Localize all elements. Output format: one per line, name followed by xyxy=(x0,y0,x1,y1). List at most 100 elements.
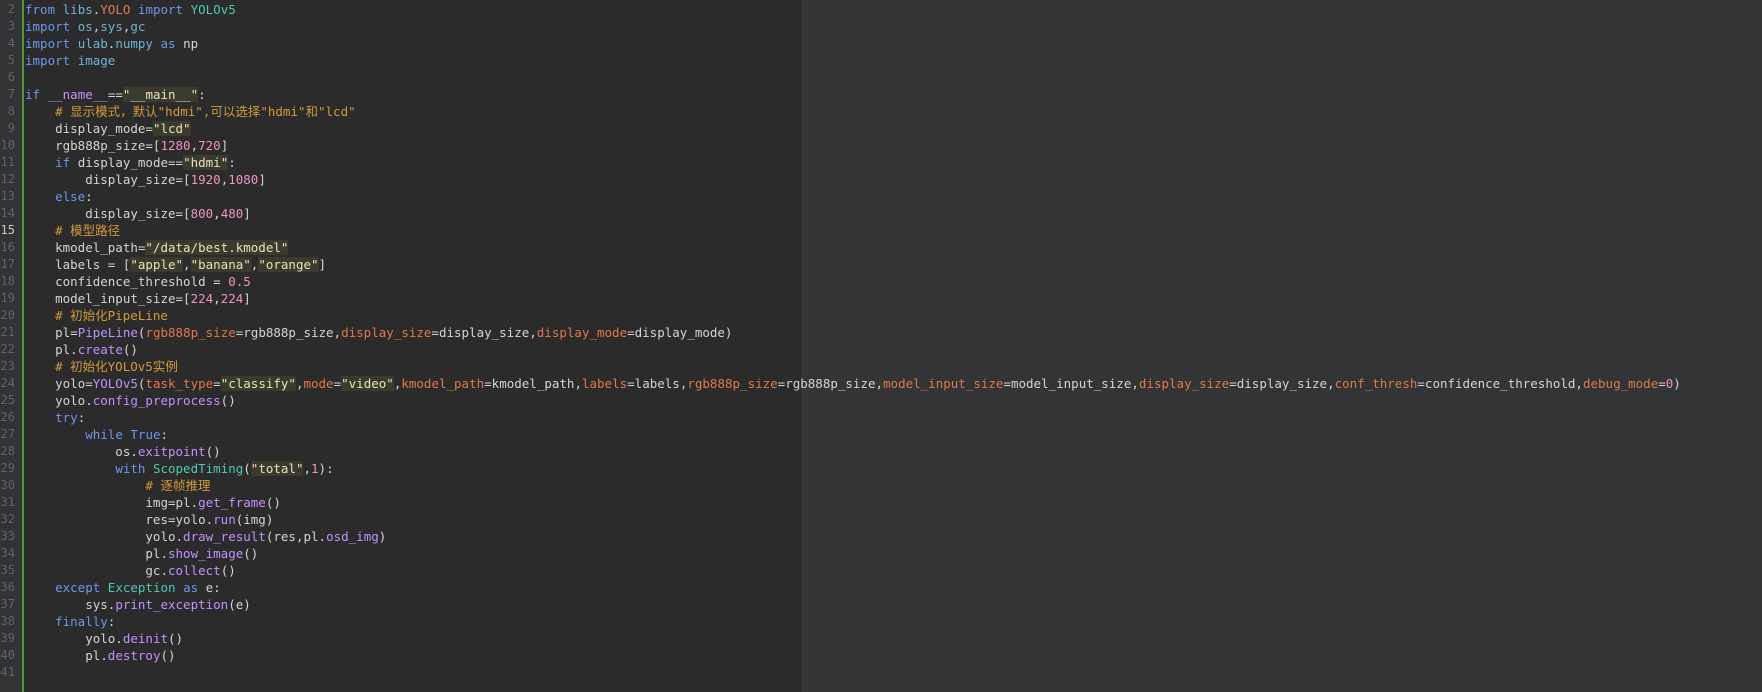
code-text[interactable]: from libs.YOLO import YOLOv5 xyxy=(25,1,236,18)
code-text[interactable]: yolo.config_preprocess() xyxy=(25,392,236,409)
code-text[interactable]: import os,sys,gc xyxy=(25,18,145,35)
code-text[interactable]: display_size=[800,480] xyxy=(25,205,251,222)
code-text[interactable]: if display_mode=="hdmi": xyxy=(25,154,236,171)
code-token: yolo. xyxy=(25,631,123,646)
code-text[interactable]: # 显示模式，默认"hdmi",可以选择"hdmi"和"lcd" xyxy=(25,103,356,120)
code-line[interactable]: 2 from libs.YOLO import YOLOv5 xyxy=(0,1,1762,18)
code-lines[interactable]: 2 from libs.YOLO import YOLOv5 3 import os,… xyxy=(0,1,1762,681)
code-text[interactable]: os.exitpoint() xyxy=(25,443,220,460)
code-line[interactable]: 23 # 初始化YOLOv5实例 xyxy=(0,358,1762,375)
code-text[interactable]: model_input_size=[224,224] xyxy=(25,290,251,307)
code-text[interactable]: yolo.deinit() xyxy=(25,630,183,647)
code-text[interactable]: finally: xyxy=(25,613,115,630)
code-line[interactable]: 7 if __name__=="__main__": xyxy=(0,86,1762,103)
code-line[interactable]: 10 rgb888p_size=[1280,720] xyxy=(0,137,1762,154)
code-line[interactable]: 17 labels = ["apple","banana","orange"] xyxy=(0,256,1762,273)
code-line[interactable]: 27 while True: xyxy=(0,426,1762,443)
code-token: 0.5 xyxy=(228,274,251,289)
code-text[interactable]: display_size=[1920,1080] xyxy=(25,171,266,188)
code-line[interactable]: 13 else: xyxy=(0,188,1762,205)
code-line[interactable]: 35 gc.collect() xyxy=(0,562,1762,579)
code-line[interactable]: 5 import image xyxy=(0,52,1762,69)
code-line[interactable]: 40 pl.destroy() xyxy=(0,647,1762,664)
line-number: 30 xyxy=(0,478,15,492)
code-token: =confidence_threshold, xyxy=(1417,376,1583,391)
code-line[interactable]: 37 sys.print_exception(e) xyxy=(0,596,1762,613)
code-text[interactable]: kmodel_path="/data/best.kmodel" xyxy=(25,239,289,256)
code-text[interactable]: confidence_threshold = 0.5 xyxy=(25,273,251,290)
code-token: pl. xyxy=(25,648,108,663)
line-number: 19 xyxy=(0,291,15,305)
code-line[interactable]: 25 yolo.config_preprocess() xyxy=(0,392,1762,409)
code-text[interactable]: # 初始化PipeLine xyxy=(25,307,168,324)
code-line[interactable]: 20 # 初始化PipeLine xyxy=(0,307,1762,324)
code-line[interactable]: 19 model_input_size=[224,224] xyxy=(0,290,1762,307)
code-editor[interactable]: 2 from libs.YOLO import YOLOv5 3 import os,… xyxy=(0,0,1762,692)
code-line[interactable]: 14 display_size=[800,480] xyxy=(0,205,1762,222)
code-text[interactable]: pl=PipeLine(rgb888p_size=rgb888p_size,di… xyxy=(25,324,732,341)
code-line[interactable]: 16 kmodel_path="/data/best.kmodel" xyxy=(0,239,1762,256)
code-line[interactable]: 6 xyxy=(0,69,1762,86)
code-line[interactable]: 18 confidence_threshold = 0.5 xyxy=(0,273,1762,290)
code-text[interactable]: # 初始化YOLOv5实例 xyxy=(25,358,178,375)
code-line[interactable]: 32 res=yolo.run(img) xyxy=(0,511,1762,528)
code-token: confidence_threshold = xyxy=(25,274,229,289)
code-line[interactable]: 22 pl.create() xyxy=(0,341,1762,358)
code-line[interactable]: 11 if display_mode=="hdmi": xyxy=(0,154,1762,171)
code-line[interactable]: 8 # 显示模式，默认"hdmi",可以选择"hdmi"和"lcd" xyxy=(0,103,1762,120)
code-text[interactable]: pl.create() xyxy=(25,341,138,358)
code-text[interactable]: with ScopedTiming("total",1): xyxy=(25,460,334,477)
code-line[interactable]: 12 display_size=[1920,1080] xyxy=(0,171,1762,188)
code-line[interactable]: 31 img=pl.get_frame() xyxy=(0,494,1762,511)
code-text[interactable]: yolo.draw_result(res,pl.osd_img) xyxy=(25,528,386,545)
code-text[interactable]: yolo=YOLOv5(task_type="classify",mode="v… xyxy=(25,375,1681,392)
code-text[interactable]: import image xyxy=(25,52,115,69)
code-line[interactable]: 4 import ulab.numpy as np xyxy=(0,35,1762,52)
code-token: # 显示模式，默认"hdmi",可以选择"hdmi"和"lcd" xyxy=(55,104,356,119)
code-token: res=yolo. xyxy=(25,512,214,527)
code-line[interactable]: 21 pl=PipeLine(rgb888p_size=rgb888p_size… xyxy=(0,324,1762,341)
code-text[interactable]: res=yolo.run(img) xyxy=(25,511,273,528)
code-line[interactable]: 34 pl.show_image() xyxy=(0,545,1762,562)
code-token: YOLOv5 xyxy=(92,376,138,391)
code-text[interactable]: gc.collect() xyxy=(25,562,235,579)
code-token: finally xyxy=(55,614,108,629)
code-text[interactable]: # 逐帧推理 xyxy=(25,477,210,494)
code-token: osd_img xyxy=(326,529,379,544)
line-number: 31 xyxy=(0,495,15,509)
code-text[interactable]: while True: xyxy=(25,426,168,443)
code-line[interactable]: 29 with ScopedTiming("total",1): xyxy=(0,460,1762,477)
code-line[interactable]: 28 os.exitpoint() xyxy=(0,443,1762,460)
code-text[interactable]: pl.destroy() xyxy=(25,647,175,664)
code-line[interactable]: 33 yolo.draw_result(res,pl.osd_img) xyxy=(0,528,1762,545)
code-text[interactable]: # 模型路径 xyxy=(25,222,120,239)
code-token: == xyxy=(107,87,123,102)
line-number: 26 xyxy=(0,410,15,424)
code-line[interactable]: 30 # 逐帧推理 xyxy=(0,477,1762,494)
code-line[interactable]: 36 except Exception as e: xyxy=(0,579,1762,596)
code-text[interactable]: pl.show_image() xyxy=(25,545,258,562)
code-line[interactable]: 41 xyxy=(0,664,1762,681)
code-line[interactable]: 38 finally: xyxy=(0,613,1762,630)
code-line[interactable]: 3 import os,sys,gc xyxy=(0,18,1762,35)
code-token: YOLOv5 xyxy=(190,2,236,17)
code-text[interactable]: else: xyxy=(25,188,93,205)
code-text[interactable]: display_mode="lcd" xyxy=(25,120,191,137)
line-number: 20 xyxy=(0,308,15,322)
line-number: 41 xyxy=(0,665,15,679)
code-line[interactable]: 39 yolo.deinit() xyxy=(0,630,1762,647)
code-text[interactable]: if __name__=="__main__": xyxy=(25,86,206,103)
code-line[interactable]: 9 display_mode="lcd" xyxy=(0,120,1762,137)
code-text[interactable]: labels = ["apple","banana","orange"] xyxy=(25,256,326,273)
code-line[interactable]: 26 try: xyxy=(0,409,1762,426)
code-text[interactable]: rgb888p_size=[1280,720] xyxy=(25,137,228,154)
code-text[interactable]: sys.print_exception(e) xyxy=(25,596,251,613)
line-number: 35 xyxy=(0,563,15,577)
code-line[interactable]: 24 yolo=YOLOv5(task_type="classify",mode… xyxy=(0,375,1762,392)
code-text[interactable]: import ulab.numpy as np xyxy=(25,35,198,52)
code-text[interactable]: img=pl.get_frame() xyxy=(25,494,280,511)
code-text[interactable]: except Exception as e: xyxy=(25,579,221,596)
code-line[interactable]: 15 # 模型路径 xyxy=(0,222,1762,239)
code-text[interactable]: try: xyxy=(25,409,85,426)
